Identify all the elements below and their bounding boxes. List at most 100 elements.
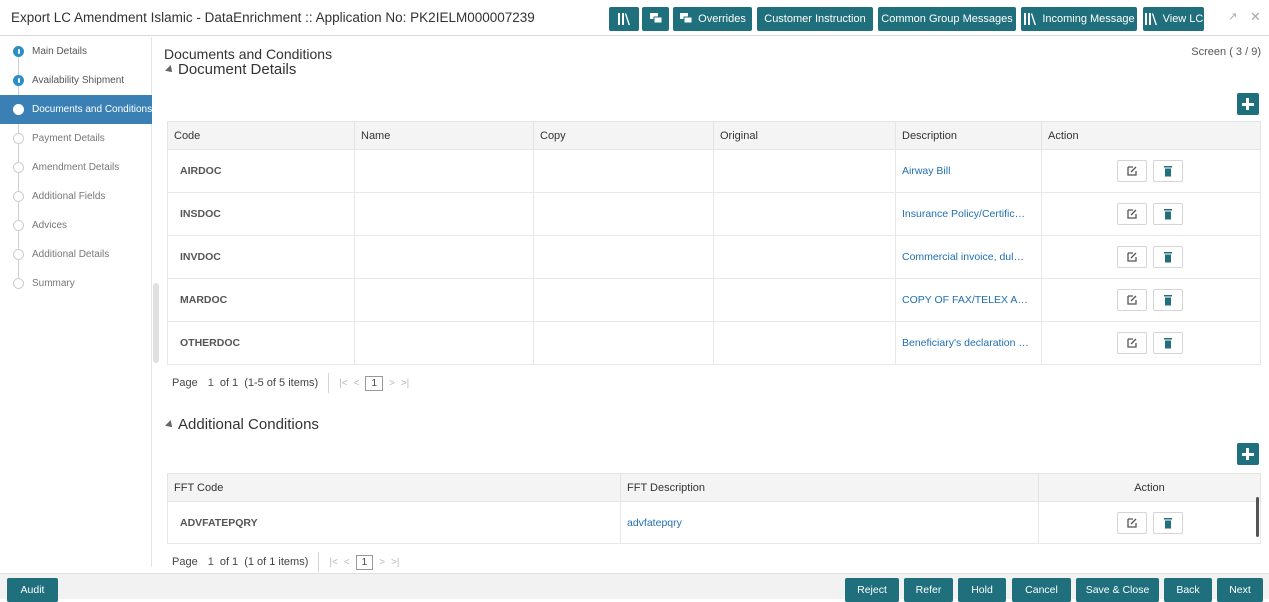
column-header-action: Action [1041,121,1261,150]
pager-page-number[interactable]: 1 [208,377,214,389]
table-row[interactable]: INSDOC Insurance Policy/Certificate i... [167,192,1261,236]
column-header-fft-code[interactable]: FFT Code [167,473,621,502]
sidebar-item-label: Availability Shipment [32,75,125,86]
library-button[interactable] [609,7,639,31]
cell-copy [533,278,714,322]
sidebar-item-additional-fields[interactable]: Additional Fields [0,182,152,211]
edit-button[interactable] [1117,203,1147,225]
next-button[interactable]: Next [1217,578,1263,602]
cancel-button[interactable]: Cancel [1012,578,1071,602]
footer-bar: Audit Reject Refer Hold Cancel Save & Cl… [0,573,1269,602]
chat-icon [649,13,662,24]
first-page-icon[interactable]: |< [339,378,347,389]
customer-instruction-button[interactable]: Customer Instruction [757,7,873,31]
add-condition-button[interactable] [1237,443,1259,465]
cell-original [713,321,896,365]
back-button[interactable]: Back [1164,578,1212,602]
sidebar-item-label: Summary [32,278,75,289]
column-header-copy[interactable]: Copy [533,121,714,150]
cell-description-link[interactable]: Airway Bill [895,149,1042,193]
sidebar-item-availability-shipment[interactable]: Availability Shipment [0,66,152,95]
step-pending-icon [13,249,24,260]
add-document-button[interactable] [1237,93,1259,115]
next-page-icon[interactable]: > [389,378,395,389]
maximize-icon[interactable]: ↗ [1228,10,1237,23]
prev-page-icon[interactable]: < [344,557,350,568]
edit-button[interactable] [1117,160,1147,182]
column-header-fft-description[interactable]: FFT Description [620,473,1039,502]
cell-description-link[interactable]: COPY OF FAX/TELEX ADVISI... [895,278,1042,322]
delete-button[interactable] [1153,160,1183,182]
delete-button[interactable] [1153,246,1183,268]
sidebar-item-advices[interactable]: Advices [0,211,152,240]
cell-copy [533,321,714,365]
section-title: Document Details [178,61,297,78]
sidebar-item-payment-details[interactable]: Payment Details [0,124,152,153]
current-page-box[interactable]: 1 [365,375,383,391]
edit-button[interactable] [1117,289,1147,311]
close-icon[interactable]: ✕ [1250,9,1261,25]
column-header-description[interactable]: Description [895,121,1042,150]
last-page-icon[interactable]: >| [391,557,399,568]
column-header-original[interactable]: Original [713,121,896,150]
sidebar-item-label: Amendment Details [32,162,120,173]
audit-button[interactable]: Audit [7,578,58,602]
column-header-name[interactable]: Name [354,121,534,150]
document-details-pager: Page 1 of 1 (1-5 of 5 items) |< < 1 > >| [172,373,409,393]
refer-button[interactable]: Refer [904,578,953,602]
overrides-icon [680,13,693,24]
edit-button[interactable] [1116,511,1147,534]
sidebar-item-label: Additional Details [32,249,110,260]
sidebar-item-summary[interactable]: Summary [0,269,152,298]
document-details-heading[interactable]: Document Details [165,61,297,78]
table-row[interactable]: MARDOC COPY OF FAX/TELEX ADVISI... [167,278,1261,322]
table-row[interactable]: INVDOC Commercial invoice, duly si... [167,235,1261,279]
cell-actions [1041,235,1261,279]
next-page-icon[interactable]: > [379,557,385,568]
trash-icon [1164,166,1172,177]
delete-button[interactable] [1152,511,1183,534]
first-page-icon[interactable]: |< [329,557,337,568]
save-close-button[interactable]: Save & Close [1076,578,1159,602]
current-page-box[interactable]: 1 [355,554,374,570]
header-bar: Export LC Amendment Islamic - DataEnrich… [0,0,1269,36]
sidebar-item-amendment-details[interactable]: Amendment Details [0,153,152,182]
column-header-code[interactable]: Code [167,121,355,150]
hold-button[interactable]: Hold [958,578,1006,602]
cell-copy [533,149,714,193]
chat-button[interactable] [642,7,669,31]
edit-button[interactable] [1117,246,1147,268]
library-icon [1024,13,1037,25]
common-group-messages-label: Common Group Messages [881,13,1013,25]
edit-icon [1127,209,1137,219]
incoming-message-button[interactable]: Incoming Message [1021,7,1137,31]
view-lc-button[interactable]: View LC [1143,7,1204,31]
collapse-triangle-icon [165,65,175,75]
overrides-button[interactable]: Overrides [673,7,752,31]
pager-divider [318,552,320,572]
sidebar-item-main-details[interactable]: Main Details [0,37,152,66]
edit-button[interactable] [1117,332,1147,354]
sidebar-item-documents-and-conditions[interactable]: Documents and Conditions [0,95,152,124]
additional-conditions-heading[interactable]: Additional Conditions [165,416,319,433]
table-row[interactable]: OTHERDOC Beneficiary's declaration sta..… [167,321,1261,365]
delete-button[interactable] [1153,289,1183,311]
delete-button[interactable] [1153,203,1183,225]
cell-fft-description-link[interactable]: advfatepqry [620,501,1039,544]
cell-description-link[interactable]: Beneficiary's declaration sta... [895,321,1042,365]
cell-description-link[interactable]: Insurance Policy/Certificate i... [895,192,1042,236]
reject-button[interactable]: Reject [845,578,899,602]
table-row[interactable]: AIRDOC Airway Bill [167,149,1261,193]
table-scrollbar[interactable] [1256,497,1259,537]
cell-description-link[interactable]: Commercial invoice, duly si... [895,235,1042,279]
last-page-icon[interactable]: >| [401,378,409,389]
sidebar-item-additional-details[interactable]: Additional Details [0,240,152,269]
cell-name [354,278,534,322]
common-group-messages-button[interactable]: Common Group Messages [878,7,1016,31]
delete-button[interactable] [1153,332,1183,354]
sidebar-item-label: Additional Fields [32,191,106,202]
sidebar-resize-handle[interactable] [153,283,159,363]
table-row[interactable]: ADVFATEPQRY advfatepqry [167,501,1261,544]
prev-page-icon[interactable]: < [354,378,360,389]
pager-page-number[interactable]: 1 [208,556,214,568]
